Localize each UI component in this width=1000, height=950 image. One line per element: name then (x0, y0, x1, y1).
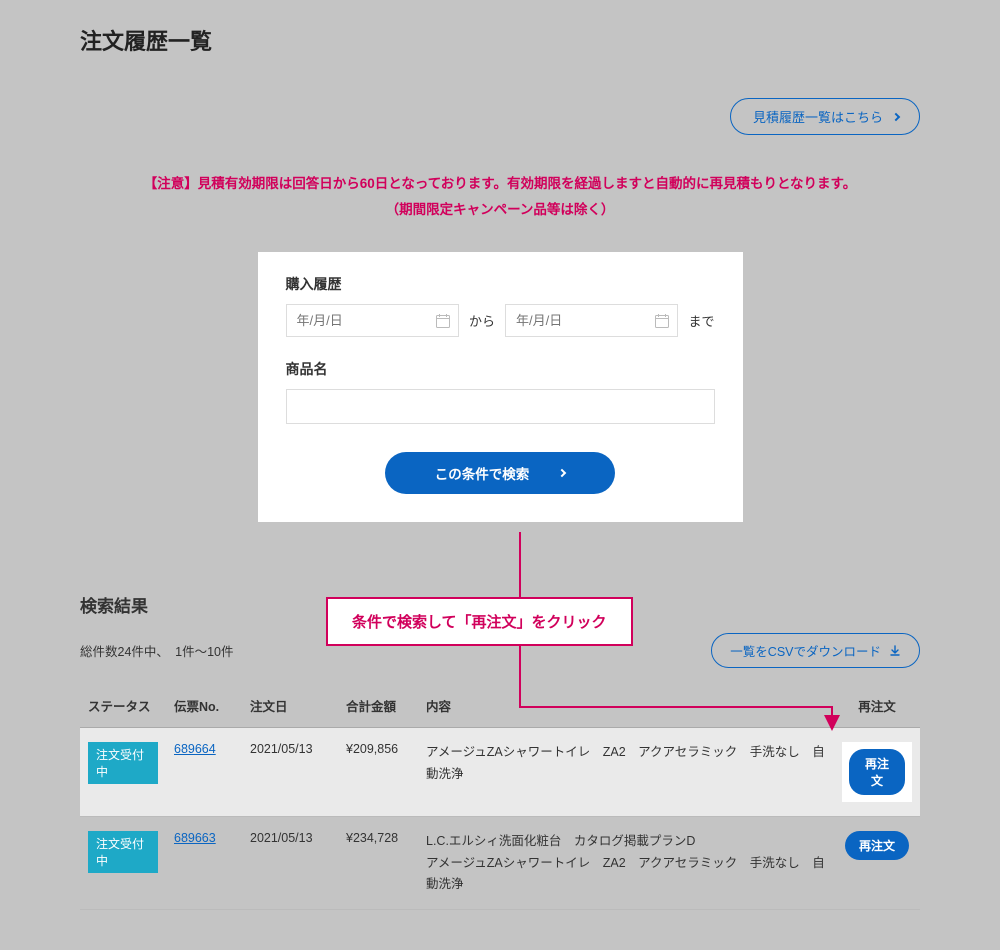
quote-history-link-label: 見積履歴一覧はこちら (753, 107, 883, 126)
product-name-label: 商品名 (286, 359, 715, 379)
chevron-right-icon (892, 112, 900, 120)
col-status: ステータス (80, 684, 166, 728)
reorder-button[interactable]: 再注文 (849, 749, 905, 795)
table-row: 注文受付中 689663 2021/05/13¥234,728L.C.エルシィ洗面化… (80, 817, 920, 910)
quote-history-link[interactable]: 見積履歴一覧はこちら (730, 98, 920, 135)
order-date: 2021/05/13 (242, 817, 338, 910)
reorder-button[interactable]: 再注文 (845, 831, 909, 860)
search-panel: 購入履歴 から まで 商品名 (258, 252, 743, 522)
col-slip: 伝票No. (166, 684, 242, 728)
status-badge: 注文受付中 (88, 831, 158, 873)
download-icon (889, 645, 901, 657)
order-date: 2021/05/13 (242, 728, 338, 817)
slip-link[interactable]: 689664 (174, 742, 216, 756)
results-count: 総件数24件中、 1件〜10件 (80, 641, 234, 660)
date-from-input[interactable] (286, 304, 459, 337)
order-content: L.C.エルシィ洗面化粧台 カタログ掲載プランDアメージュZAシャワートイレ Z… (418, 817, 834, 910)
col-date: 注文日 (242, 684, 338, 728)
csv-download-label: 一覧をCSVでダウンロード (730, 641, 881, 660)
product-name-input[interactable] (286, 389, 715, 424)
notice-text: 【注意】見積有効期限は回答日から60日となっております。有効期限を経過しますと自… (80, 171, 920, 222)
notice-line-2: （期間限定キャンペーン品等は除く） (80, 197, 920, 223)
annotation-callout: 条件で検索して「再注文」をクリック (326, 597, 633, 646)
order-amount: ¥209,856 (338, 728, 418, 817)
col-amount: 合計金額 (338, 684, 418, 728)
csv-download-button[interactable]: 一覧をCSVでダウンロード (711, 633, 920, 668)
notice-line-1: 【注意】見積有効期限は回答日から60日となっております。有効期限を経過しますと自… (80, 171, 920, 197)
table-row: 注文受付中 689664 2021/05/13¥209,856アメージュZAシャワー… (80, 728, 920, 817)
col-reorder: 再注文 (834, 684, 920, 728)
date-from-separator: から (469, 311, 495, 330)
order-amount: ¥234,728 (338, 817, 418, 910)
results-table: ステータス 伝票No. 注文日 合計金額 内容 再注文 注文受付中 689664 2… (80, 684, 920, 910)
chevron-right-icon (558, 469, 566, 477)
slip-link[interactable]: 689663 (174, 831, 216, 845)
date-to-separator: まで (688, 311, 714, 330)
order-content: アメージュZAシャワートイレ ZA2 アクアセラミック 手洗なし 自動洗浄 (418, 728, 834, 817)
search-button-label: この条件で検索 (435, 463, 530, 483)
page-title: 注文履歴一覧 (80, 24, 920, 56)
search-button[interactable]: この条件で検索 (385, 452, 616, 494)
calendar-icon (435, 313, 451, 329)
status-badge: 注文受付中 (88, 742, 158, 784)
purchase-history-label: 購入履歴 (286, 274, 715, 294)
col-content: 内容 (418, 684, 834, 728)
date-to-input[interactable] (505, 304, 678, 337)
calendar-icon (654, 313, 670, 329)
